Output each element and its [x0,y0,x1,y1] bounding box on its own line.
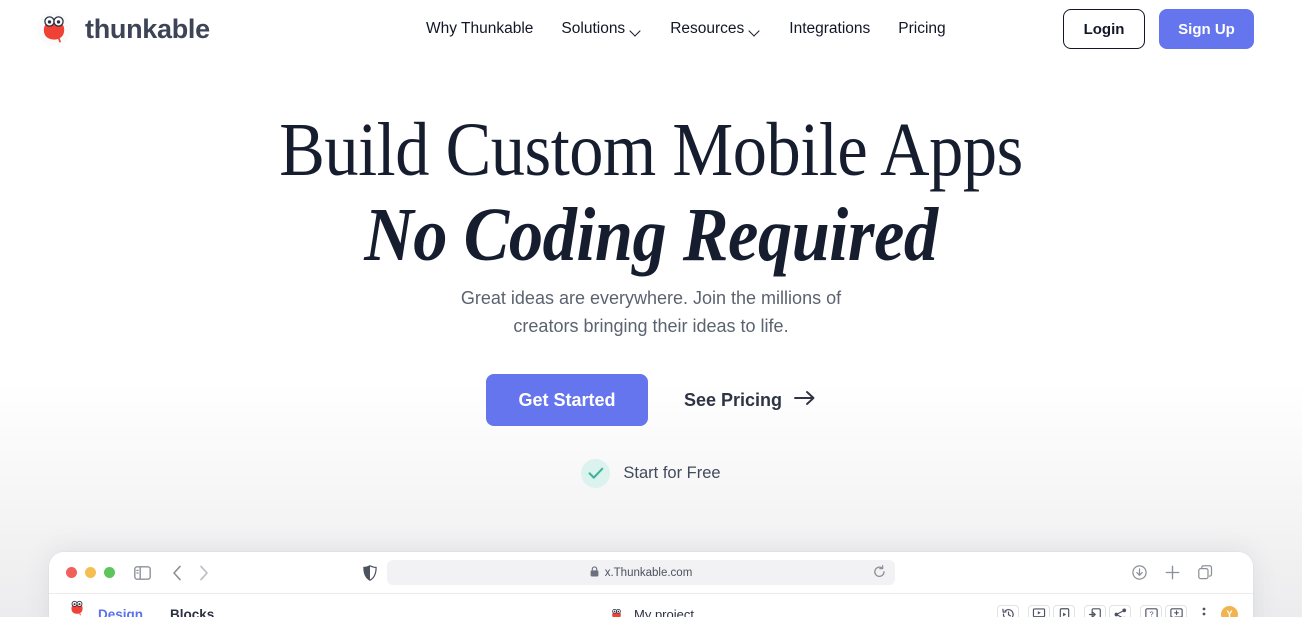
close-window-icon[interactable] [66,567,77,578]
nav-item-resources[interactable]: Resources [656,0,775,58]
start-for-free-label: Start for Free [623,464,721,482]
see-pricing-link[interactable]: See Pricing [684,390,816,411]
arrow-right-icon [794,390,816,411]
get-started-button[interactable]: Get Started [485,374,648,426]
start-for-free-badge: Start for Free [0,459,1302,488]
hero-cta-row: Get Started See Pricing [0,374,1302,426]
help-question-icon[interactable]: ? [1140,604,1162,617]
subtitle-line-2: creators bringing their ideas to life. [513,315,789,336]
nav-item-pricing[interactable]: Pricing [884,0,959,58]
site-header: thunkable Why Thunkable Solutions Resour… [0,0,1302,58]
nav-item-integrations[interactable]: Integrations [775,0,884,58]
url-text: x.Thunkable.com [604,566,693,579]
minimize-window-icon[interactable] [85,567,96,578]
nav-label: Integrations [789,20,871,37]
toolbar-group-help: ? [1140,604,1187,617]
sidebar-toggle-icon[interactable] [134,565,151,580]
nav-item-solutions[interactable]: Solutions [547,0,656,58]
page-title: Build Custom Mobile Apps No Coding Requi… [0,112,1302,273]
brand-name: thunkable [85,13,210,44]
install-app-icon[interactable] [1084,604,1106,617]
desktop-preview-icon[interactable] [1028,604,1050,617]
chevron-down-icon [631,27,642,34]
headline-line-2: No Coding Required [364,193,938,277]
window-traffic-lights [66,567,115,578]
see-pricing-label: See Pricing [683,389,783,410]
plus-icon[interactable] [1165,565,1180,580]
nav-label: Pricing [898,20,946,37]
main-navigation: Why Thunkable Solutions Resources Integr… [426,0,960,58]
browser-chrome: x.Thunkable.com [49,552,1253,594]
mobile-preview-icon[interactable] [1053,604,1075,617]
reload-icon[interactable] [873,565,886,584]
page-root: thunkable Why Thunkable Solutions Resour… [0,0,1302,617]
history-clock-icon[interactable] [997,604,1019,617]
checkmark-icon [581,459,611,488]
toolbar-group-history [997,604,1019,617]
toolbar-group-preview [1028,604,1075,617]
nav-item-why-thunkable[interactable]: Why Thunkable [426,0,547,58]
thunkable-mascot-icon [34,9,74,49]
hero-subtitle: Great ideas are everywhere. Join the mil… [0,285,1302,341]
chevron-right-icon[interactable] [198,565,209,581]
browser-mockup: x.Thunkable.com Design Blocks My project… [49,552,1253,617]
shield-privacy-icon[interactable] [363,564,377,581]
address-bar[interactable]: x.Thunkable.com [387,560,895,585]
subtitle-line-1: Great ideas are everywhere. Join the mil… [460,288,842,308]
thunkable-mascot-icon [608,606,625,617]
browser-right-icons [1132,565,1213,580]
chevron-left-icon[interactable] [172,565,183,581]
nav-label: Why Thunkable [426,20,534,37]
login-button[interactable]: Login [1063,9,1145,49]
share-icon[interactable] [1109,604,1131,617]
project-name: My project [634,606,694,617]
tab-overview-icon[interactable] [1198,565,1213,580]
more-vertical-icon[interactable] [1196,604,1212,617]
user-avatar[interactable]: Y [1221,605,1238,617]
download-icon[interactable] [1132,565,1147,580]
toolbar-group-publish [1084,604,1131,617]
nav-label: Resources [670,20,745,37]
svg-text:?: ? [1149,609,1153,617]
chevron-down-icon [750,27,761,34]
editor-toolbar: ? Y [997,604,1238,617]
app-toolbar: Design Blocks My project ? Y [49,594,1253,617]
lock-icon [590,564,599,582]
brand-logo[interactable]: thunkable [34,9,210,49]
maximize-window-icon[interactable] [104,567,115,578]
headline-line-1: Build Custom Mobile Apps [279,108,1023,192]
feedback-icon[interactable] [1165,604,1187,617]
signup-button[interactable]: Sign Up [1159,9,1254,49]
nav-label: Solutions [561,20,626,37]
auth-actions: Login Sign Up [1063,9,1254,49]
